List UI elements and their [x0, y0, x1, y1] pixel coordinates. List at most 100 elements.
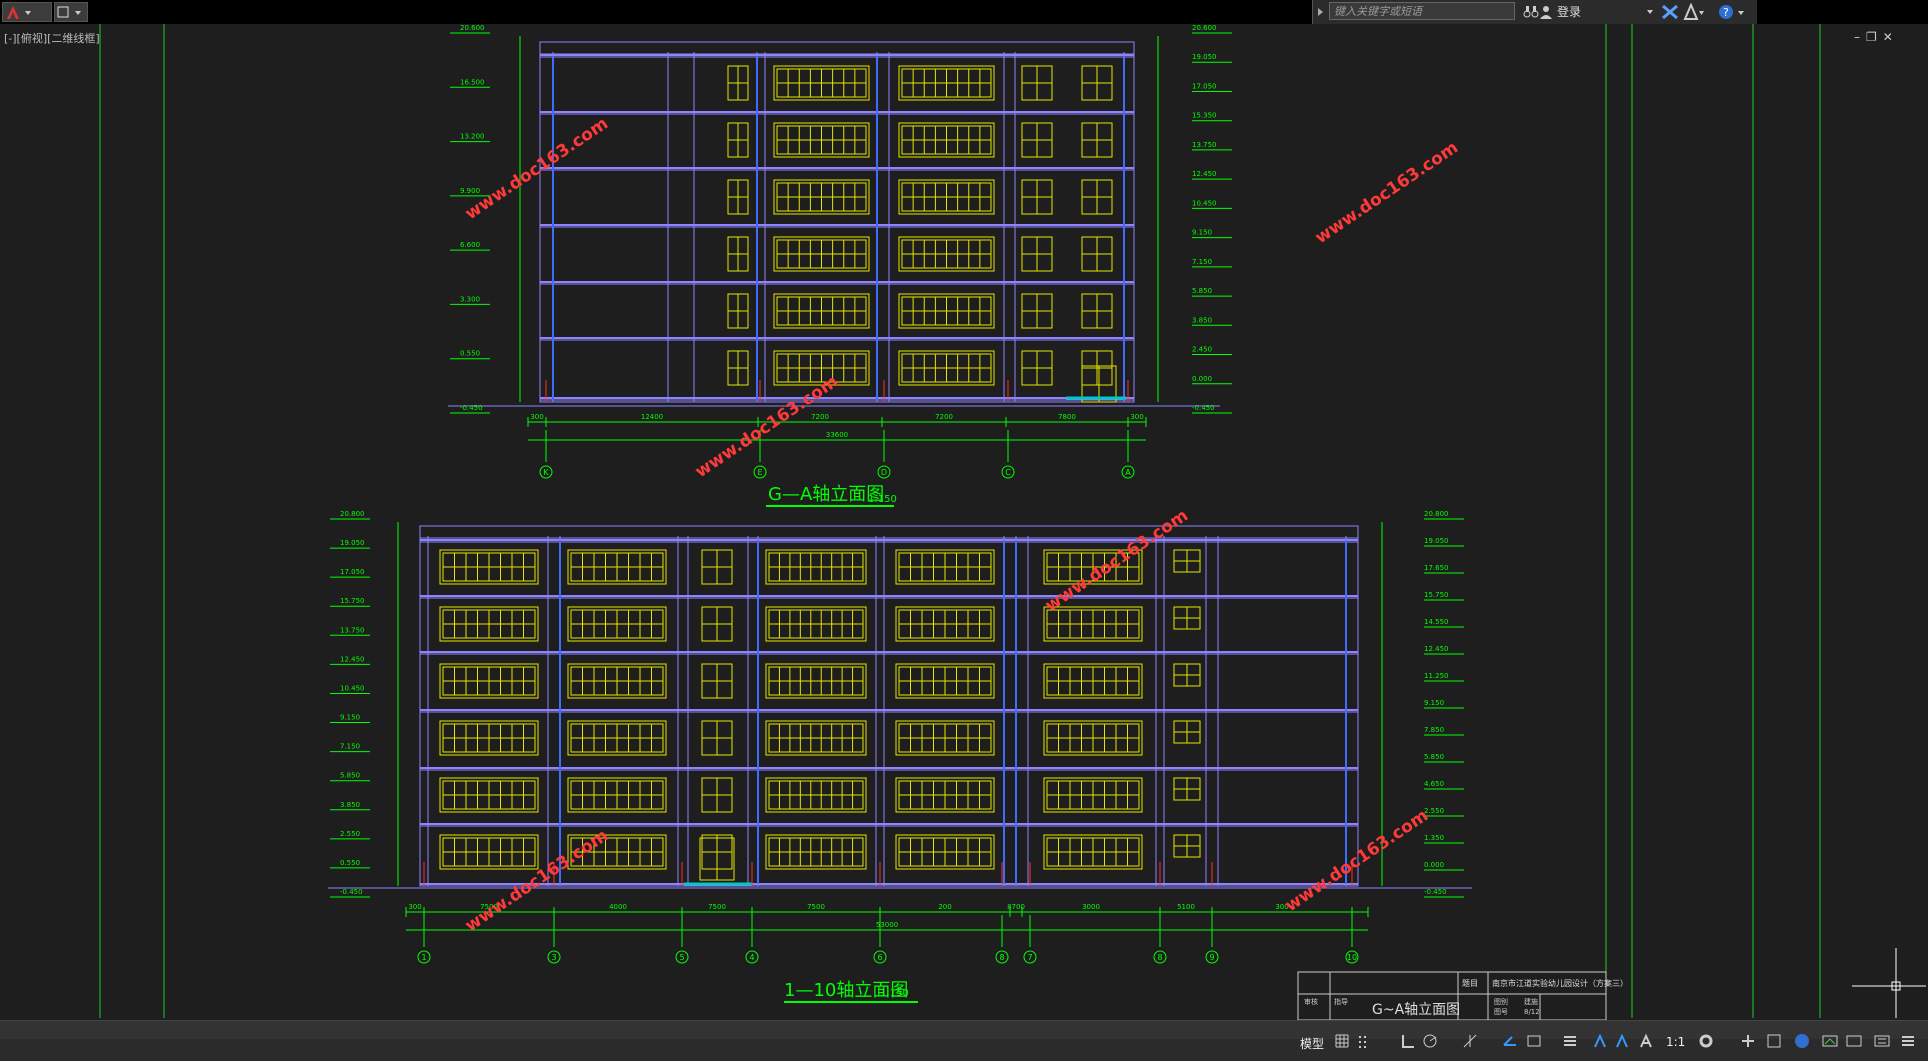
elevation-label-left: 15.750	[340, 597, 365, 605]
elevation-label-right: 9.150	[1424, 699, 1444, 707]
lower-axis-label: 9	[1209, 953, 1214, 962]
elevation-label-left: 13.750	[340, 626, 365, 634]
upper-axis-label: E	[757, 468, 762, 477]
lower-axis-label: 6	[877, 953, 882, 962]
lower-span-label: 7500	[807, 903, 825, 911]
elevation-label-right: 2.450	[1192, 346, 1212, 354]
elevation-label-left: 9.150	[340, 714, 360, 722]
upper-span-label: 7200	[811, 413, 829, 421]
upper-drawing-title: G—A轴立面图	[768, 484, 884, 505]
title-block-row-label: 图号	[1494, 1008, 1508, 1016]
elevation-label-right: 12.450	[1192, 170, 1217, 178]
elevation-label-left: 3.850	[340, 801, 360, 809]
fullscreen-icon[interactable]	[1874, 1033, 1890, 1049]
upper-span-label: 7200	[935, 413, 953, 421]
elevation-label-right: -0.450	[1192, 404, 1215, 412]
application-menu-button[interactable]	[2, 2, 52, 22]
watermark-text: www.doc163.com	[1282, 806, 1432, 916]
lower-drawing-scale: 1:150	[880, 988, 909, 999]
elevation-label-left: 6.600	[460, 241, 480, 249]
model-space-button[interactable]: 模型	[1300, 1035, 1324, 1052]
elevation-label-right: -0.450	[1424, 888, 1447, 896]
upper-span-label: 300	[530, 413, 543, 421]
elevation-label-right: 10.450	[1192, 199, 1217, 207]
status-bar: 模型 1:1	[0, 1020, 1928, 1061]
lower-axis-label: 3	[551, 953, 556, 962]
title-block-row-label: 8/12	[1524, 1008, 1540, 1016]
elevation-label-right: 11.250	[1424, 672, 1449, 680]
lower-axis-label: 4	[749, 953, 754, 962]
elevation-label-right: 7.850	[1424, 726, 1444, 734]
a360-icon[interactable]	[1683, 3, 1705, 21]
elevation-label-left: 16.500	[460, 78, 485, 86]
hardware-acceleration-icon[interactable]	[1822, 1033, 1838, 1049]
elevation-label-right: 13.750	[1192, 141, 1217, 149]
search-input[interactable]: 键入关键字或短语	[1329, 2, 1515, 20]
upper-axis-label: K	[543, 468, 549, 477]
elevation-label-left: 13.200	[460, 133, 485, 141]
plus-icon[interactable]	[1740, 1033, 1756, 1049]
snap-mode-icon[interactable]	[1356, 1033, 1372, 1049]
clean-screen-icon[interactable]	[1846, 1033, 1862, 1049]
annotation-scale-dropdown[interactable]: 1:1	[1666, 1035, 1685, 1049]
exchange-icon[interactable]	[1661, 3, 1679, 21]
annotation-visibility-icon[interactable]	[1592, 1033, 1608, 1049]
auto-scale-icon[interactable]	[1614, 1033, 1630, 1049]
login-link[interactable]: 登录	[1557, 3, 1581, 20]
dynamic-ucs-icon[interactable]	[1526, 1033, 1542, 1049]
title-bar: 键入关键字或短语 登录 ?	[0, 0, 1928, 24]
elevation-label-left: 7.150	[340, 743, 360, 751]
lower-axis-label: 8	[1157, 953, 1162, 962]
elevation-label-right: 15.750	[1424, 591, 1449, 599]
dropdown-arrow-icon[interactable]	[1645, 0, 1655, 24]
elevation-label-right: 5.850	[1424, 753, 1444, 761]
elevation-label-left: 17.050	[340, 568, 365, 576]
lower-span-label: 4000	[609, 903, 627, 911]
elevation-label-left: -0.450	[340, 888, 363, 896]
binoculars-icon[interactable]	[1523, 4, 1539, 20]
elevation-label-left: 2.550	[340, 830, 360, 838]
elevation-label-left: 0.550	[340, 859, 360, 867]
quick-access-toolbar-button[interactable]	[54, 2, 88, 22]
elevation-label-right: 4.650	[1424, 780, 1444, 788]
upper-axis-label: A	[1125, 468, 1131, 477]
expand-arrow-icon[interactable]	[1315, 0, 1327, 24]
drawing-canvas[interactable]: 20.600 16.500 13.200 9.900 6.600 3.300 0.550 -0…	[0, 24, 1928, 1020]
elevation-label-right: 1.350	[1424, 834, 1444, 842]
lower-axis-label: 5	[679, 953, 684, 962]
title-block-row-label: 审核	[1304, 997, 1318, 1006]
elevation-label-left: 9.900	[460, 187, 480, 195]
user-icon	[1540, 6, 1552, 19]
elevation-label-right: 20.800	[1424, 510, 1449, 518]
elevation-label-right: 12.450	[1424, 645, 1449, 653]
polar-tracking-icon[interactable]	[1422, 1033, 1438, 1049]
help-icon[interactable]: ?	[1718, 3, 1746, 21]
ortho-mode-icon[interactable]	[1400, 1033, 1416, 1049]
annotation-scale-icon[interactable]	[1638, 1033, 1654, 1049]
elevation-label-right: 15.350	[1192, 112, 1217, 120]
elevation-label-right: 19.050	[1192, 53, 1217, 61]
lower-span-label: 3000	[1082, 903, 1100, 911]
grid-icon[interactable]	[1334, 1033, 1350, 1049]
upper-axis-label: C	[1005, 468, 1011, 477]
units-icon[interactable]	[1766, 1033, 1782, 1049]
workspace-icon	[57, 6, 81, 18]
autocad-logo-icon	[7, 6, 31, 19]
upper-span-label: 300	[1130, 413, 1143, 421]
building-outline	[539, 41, 1135, 403]
workspace-switch-gear-icon[interactable]	[1698, 1033, 1714, 1049]
lineweight-icon[interactable]	[1562, 1033, 1578, 1049]
elevation-label-left: 10.450	[340, 684, 365, 692]
object-snap-icon[interactable]	[1462, 1033, 1478, 1049]
isometric-drafting-icon[interactable]	[1502, 1033, 1518, 1049]
elevation-label-left: 5.850	[340, 772, 360, 780]
isolate-objects-icon[interactable]	[1794, 1033, 1810, 1049]
title-block-project-label: 题目	[1462, 979, 1478, 988]
elevation-label-left: 3.300	[460, 295, 480, 303]
elevation-label-right: 17.650	[1424, 564, 1449, 572]
lower-axis-label: 10	[1347, 953, 1357, 962]
upper-drawing-scale: 1:150	[868, 494, 897, 505]
elevation-label-right: 0.000	[1192, 375, 1212, 383]
customization-menu-icon[interactable]	[1900, 1033, 1916, 1049]
elevation-label-right: 3.850	[1192, 316, 1212, 324]
